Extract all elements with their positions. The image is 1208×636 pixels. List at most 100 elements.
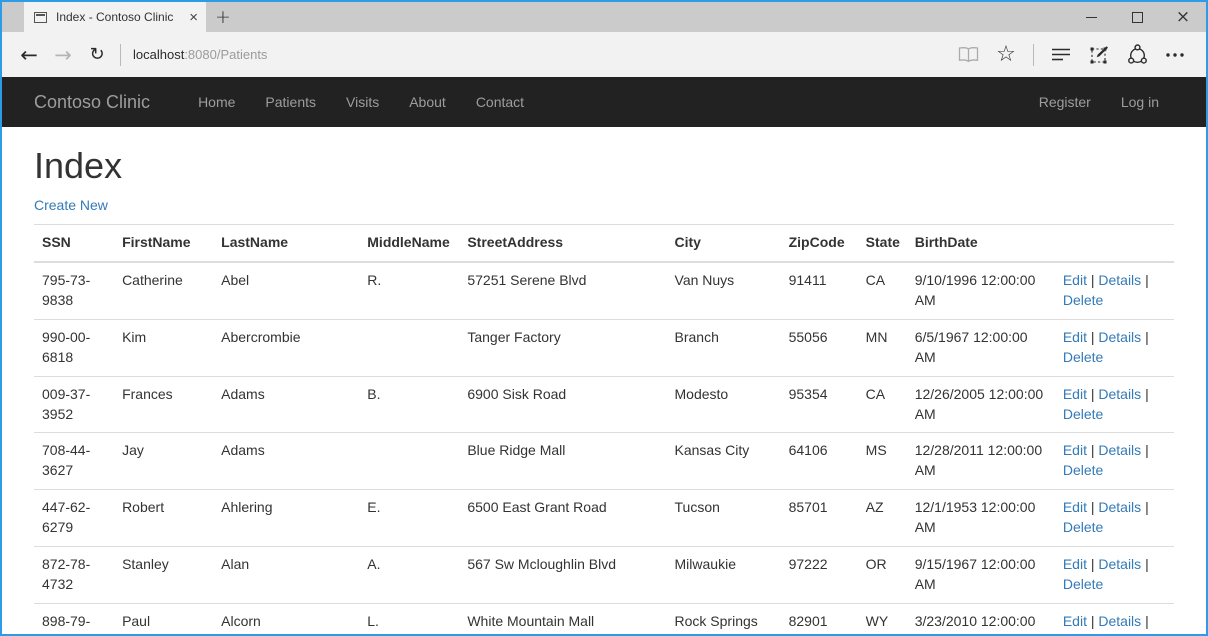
cell-actions: Edit | Details | Delete bbox=[1055, 547, 1174, 604]
details-link[interactable]: Details bbox=[1098, 556, 1141, 572]
url-host: localhost bbox=[133, 47, 184, 62]
reading-view-button[interactable] bbox=[951, 38, 985, 72]
browser-window: Index - Contoso Clinic × + × ← → ↻ local… bbox=[0, 0, 1208, 636]
cell-ssn: 708-44-3627 bbox=[34, 433, 114, 490]
edit-link[interactable]: Edit bbox=[1063, 442, 1087, 458]
delete-link[interactable]: Delete bbox=[1063, 576, 1103, 592]
cell-state: MS bbox=[858, 433, 907, 490]
refresh-button[interactable]: ↻ bbox=[80, 38, 114, 72]
cell-ssn: 898-79-3701 bbox=[34, 604, 114, 636]
cell-middlename: R. bbox=[359, 262, 459, 319]
close-window-button[interactable]: × bbox=[1160, 2, 1206, 32]
edit-link[interactable]: Edit bbox=[1063, 556, 1087, 572]
delete-link[interactable]: Delete bbox=[1063, 292, 1103, 308]
cell-actions: Edit | Details | Delete bbox=[1055, 376, 1174, 433]
cell-city: Branch bbox=[667, 319, 781, 376]
cell-actions: Edit | Details | Delete bbox=[1055, 604, 1174, 636]
create-new-link[interactable]: Create New bbox=[34, 197, 108, 213]
cell-zipcode: 55056 bbox=[781, 319, 858, 376]
cell-zipcode: 85701 bbox=[781, 490, 858, 547]
cell-zipcode: 91411 bbox=[781, 262, 858, 319]
edit-link[interactable]: Edit bbox=[1063, 499, 1087, 515]
more-actions-button[interactable] bbox=[1158, 38, 1192, 72]
new-tab-button[interactable]: + bbox=[206, 2, 240, 32]
page-title: Index bbox=[34, 146, 1174, 186]
web-note-button[interactable] bbox=[1082, 38, 1116, 72]
cell-firstname: Robert bbox=[114, 490, 213, 547]
tab-close-icon[interactable]: × bbox=[189, 10, 198, 25]
details-link[interactable]: Details bbox=[1098, 329, 1141, 345]
cell-ssn: 795-73-9838 bbox=[34, 262, 114, 319]
details-link[interactable]: Details bbox=[1098, 272, 1141, 288]
favorites-button[interactable]: ☆ bbox=[989, 38, 1023, 72]
nav-item-login[interactable]: Log in bbox=[1106, 77, 1174, 127]
nav-item-patients[interactable]: Patients bbox=[250, 77, 331, 127]
ellipsis-icon bbox=[1166, 53, 1184, 57]
toolbar-divider bbox=[1033, 44, 1034, 66]
patients-table: SSN FirstName LastName MiddleName Street… bbox=[34, 224, 1174, 636]
cell-lastname: Abercrombie bbox=[213, 319, 359, 376]
maximize-button[interactable] bbox=[1114, 2, 1160, 32]
action-separator: | bbox=[1091, 556, 1095, 572]
url-path: :8080/Patients bbox=[184, 47, 267, 62]
navbar-brand[interactable]: Contoso Clinic bbox=[34, 77, 165, 127]
address-bar[interactable]: localhost:8080/Patients bbox=[133, 40, 951, 70]
close-icon: × bbox=[1176, 9, 1190, 26]
cell-zipcode: 95354 bbox=[781, 376, 858, 433]
hub-button[interactable] bbox=[1044, 38, 1078, 72]
action-separator: | bbox=[1145, 272, 1149, 288]
toolbar-icons: ☆ bbox=[951, 38, 1192, 72]
action-separator: | bbox=[1145, 442, 1149, 458]
action-separator: | bbox=[1145, 556, 1149, 572]
share-button[interactable] bbox=[1120, 38, 1154, 72]
edit-link[interactable]: Edit bbox=[1063, 272, 1087, 288]
table-row: 990-00-6818 Kim Abercrombie Tanger Facto… bbox=[34, 319, 1174, 376]
action-separator: | bbox=[1145, 329, 1149, 345]
cell-ssn: 872-78-4732 bbox=[34, 547, 114, 604]
cell-middlename bbox=[359, 319, 459, 376]
edit-link[interactable]: Edit bbox=[1063, 329, 1087, 345]
nav-item-contact[interactable]: Contact bbox=[461, 77, 539, 127]
minimize-button[interactable] bbox=[1068, 2, 1114, 32]
header-state: State bbox=[858, 224, 907, 261]
nav-item-home[interactable]: Home bbox=[183, 77, 250, 127]
cell-lastname: Alcorn bbox=[213, 604, 359, 636]
window-controls: × bbox=[1068, 2, 1206, 32]
cell-state: CA bbox=[858, 376, 907, 433]
nav-item-register[interactable]: Register bbox=[1024, 77, 1106, 127]
delete-link[interactable]: Delete bbox=[1063, 519, 1103, 535]
site-navbar: Contoso Clinic Home Patients Visits Abou… bbox=[2, 77, 1206, 127]
back-button[interactable]: ← bbox=[12, 38, 46, 72]
forward-button[interactable]: → bbox=[46, 38, 80, 72]
nav-item-about[interactable]: About bbox=[394, 77, 461, 127]
cell-middlename bbox=[359, 433, 459, 490]
cell-city: Milwaukie bbox=[667, 547, 781, 604]
cell-streetaddress: Tanger Factory bbox=[459, 319, 666, 376]
edit-link[interactable]: Edit bbox=[1063, 613, 1087, 629]
browser-tab[interactable]: Index - Contoso Clinic × bbox=[24, 2, 206, 32]
cell-middlename: L. bbox=[359, 604, 459, 636]
details-link[interactable]: Details bbox=[1098, 499, 1141, 515]
cell-streetaddress: White Mountain Mall bbox=[459, 604, 666, 636]
cell-firstname: Catherine bbox=[114, 262, 213, 319]
table-header-row: SSN FirstName LastName MiddleName Street… bbox=[34, 224, 1174, 261]
web-note-pen-icon bbox=[1090, 45, 1109, 64]
details-link[interactable]: Details bbox=[1098, 442, 1141, 458]
cell-lastname: Ahlering bbox=[213, 490, 359, 547]
cell-birthdate: 12/28/2011 12:00:00 AM bbox=[907, 433, 1055, 490]
star-icon: ☆ bbox=[996, 44, 1016, 66]
details-link[interactable]: Details bbox=[1098, 613, 1141, 629]
cell-actions: Edit | Details | Delete bbox=[1055, 262, 1174, 319]
delete-link[interactable]: Delete bbox=[1063, 406, 1103, 422]
edit-link[interactable]: Edit bbox=[1063, 386, 1087, 402]
cell-zipcode: 97222 bbox=[781, 547, 858, 604]
header-actions bbox=[1055, 224, 1174, 261]
delete-link[interactable]: Delete bbox=[1063, 349, 1103, 365]
details-link[interactable]: Details bbox=[1098, 386, 1141, 402]
cell-ssn: 447-62-6279 bbox=[34, 490, 114, 547]
nav-item-visits[interactable]: Visits bbox=[331, 77, 394, 127]
delete-link[interactable]: Delete bbox=[1063, 462, 1103, 478]
action-separator: | bbox=[1091, 613, 1095, 629]
cell-city: Rock Springs bbox=[667, 604, 781, 636]
header-firstname: FirstName bbox=[114, 224, 213, 261]
